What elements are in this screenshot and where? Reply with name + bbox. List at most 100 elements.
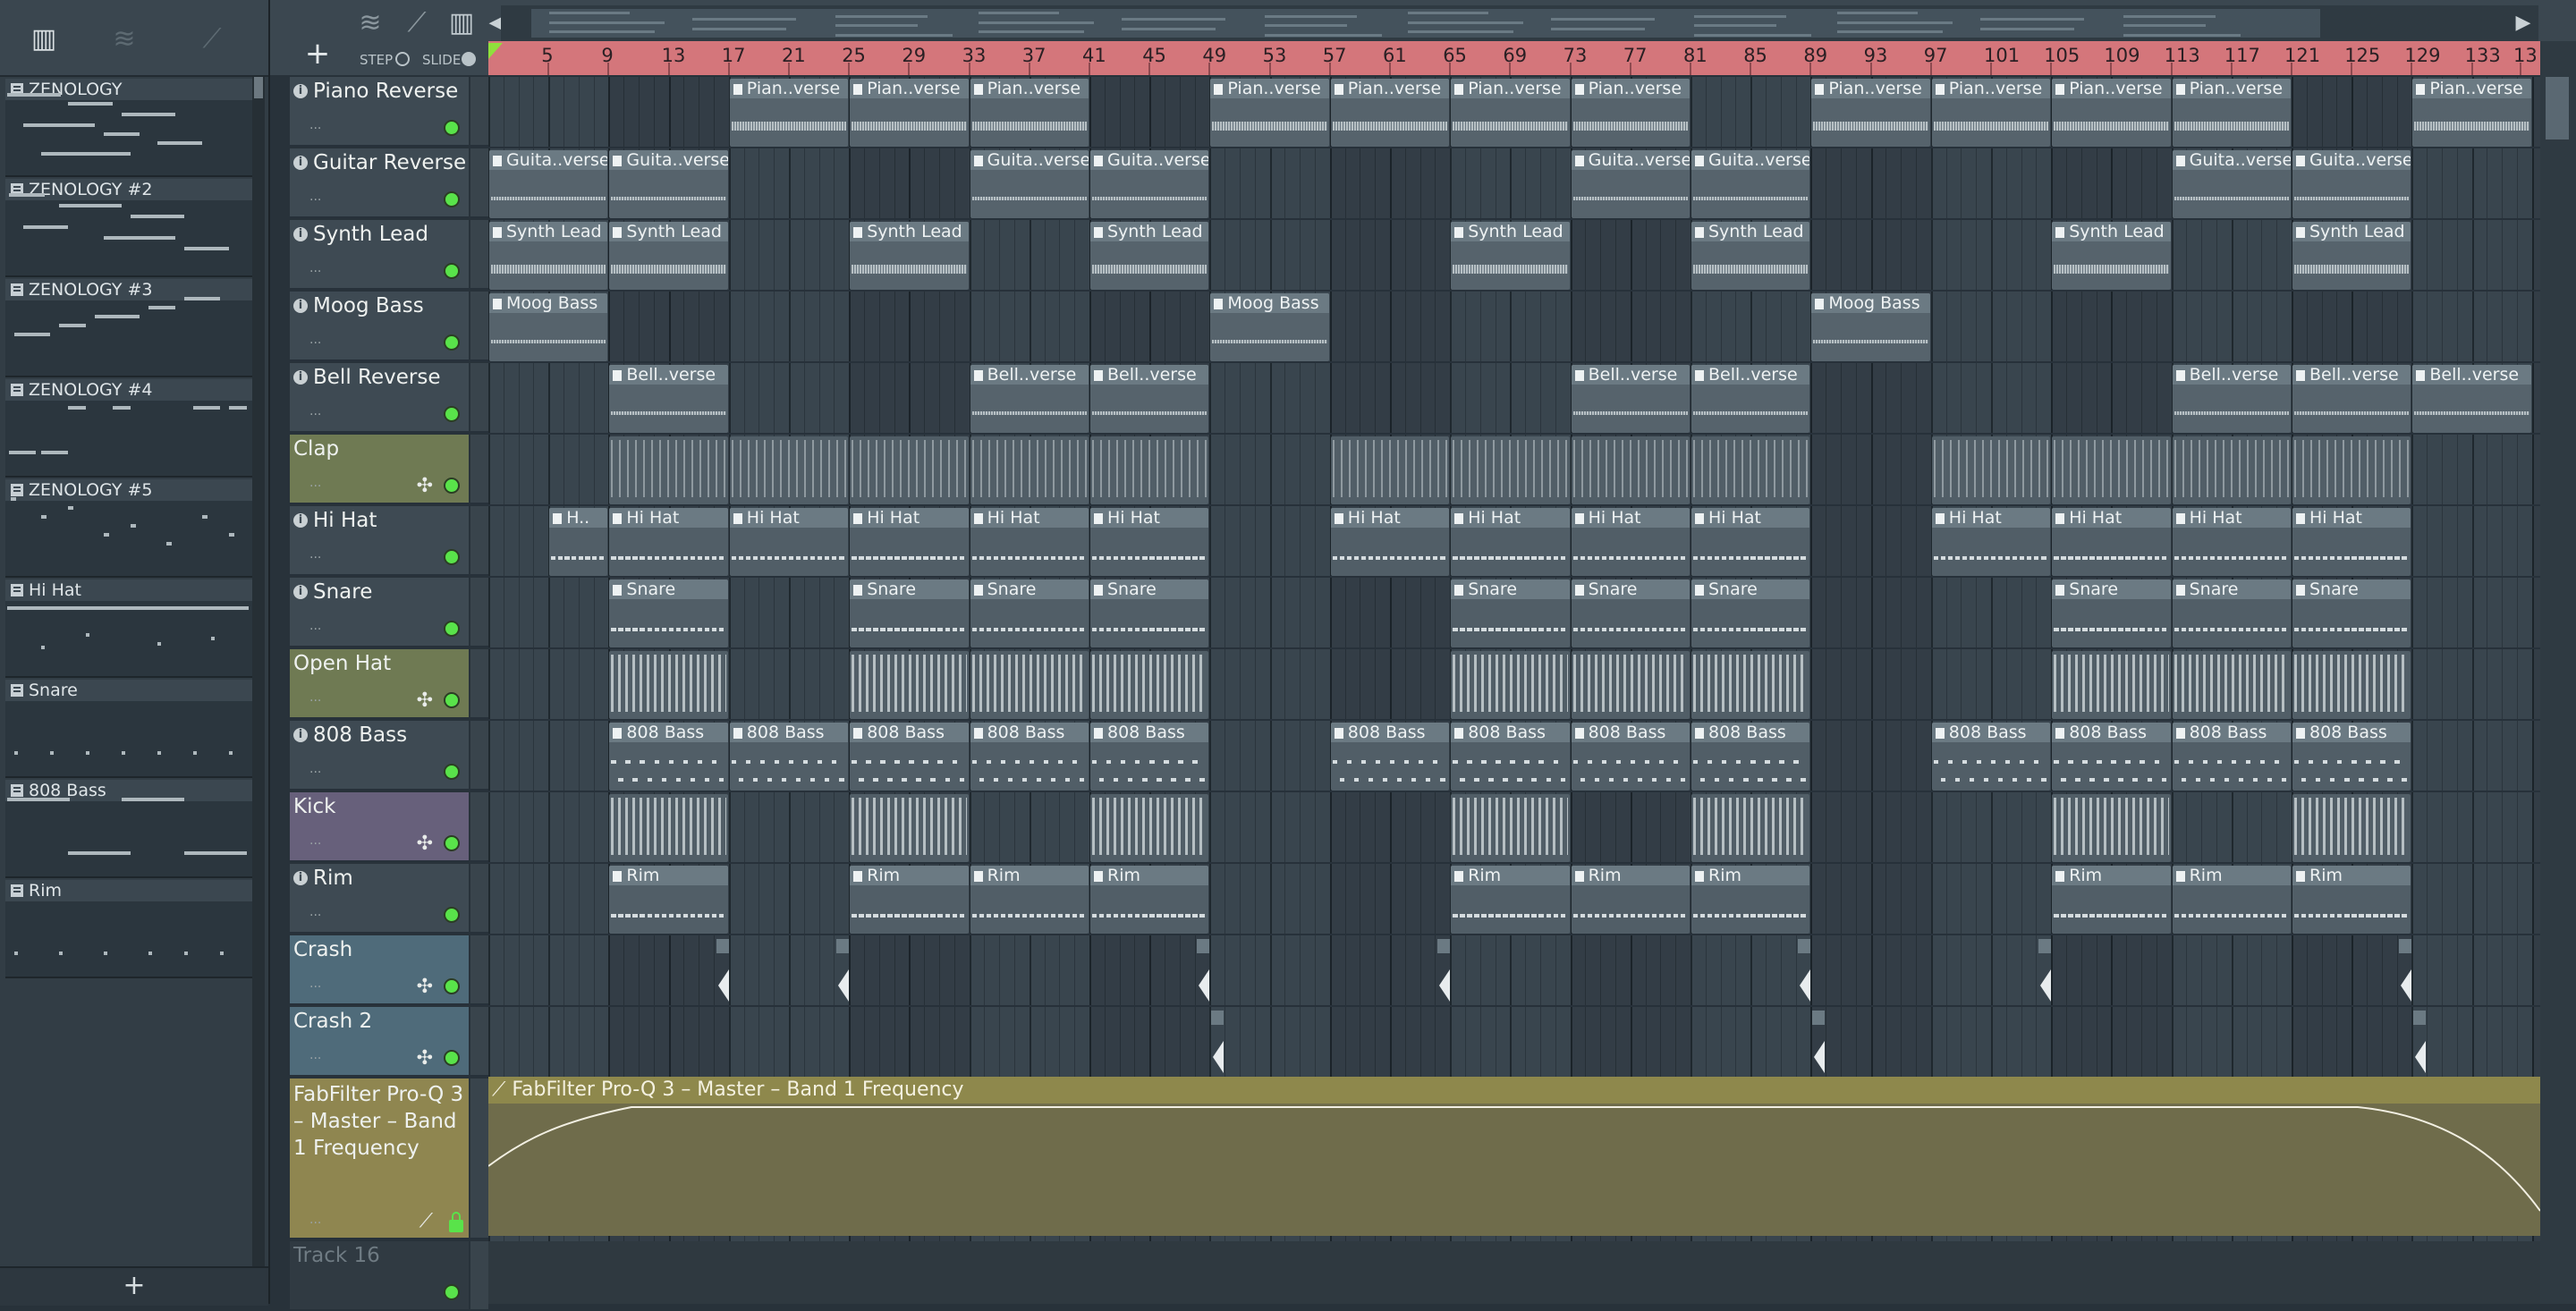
track-name[interactable]: Crash 2 [293,1010,372,1033]
playlist-grid[interactable]: Pian..verse Pian..verse Pian..verse Pian..v… [488,77,2540,1304]
track-resize-grip[interactable] [470,363,488,433]
piano-roll-icon[interactable]: ▥ [23,21,64,57]
audio-clip[interactable]: Bell..verse [2292,365,2411,433]
pattern-clip[interactable]: Snare [2172,579,2291,647]
overview-window[interactable] [531,9,2320,38]
pattern-clip[interactable]: Snare [1451,579,1570,647]
track-mute-led[interactable] [444,835,460,851]
pattern-clip[interactable] [2172,436,2291,504]
pattern-clip[interactable]: 808 Bass [1691,723,1810,791]
pattern-clip[interactable]: Rim [2052,866,2171,934]
track-resize-grip[interactable] [470,292,488,361]
timeline-ruler[interactable]: 5 9 13 17 21 25 29 33 37 41 45 49 53 57 61 65 69 73 77 81 85… [488,41,2540,75]
pattern-clip[interactable]: Hi Hat [850,508,969,576]
pattern-clip[interactable]: Snare [1691,579,1810,647]
pattern-clip[interactable]: Hi Hat [729,508,849,576]
audio-clip[interactable]: Moog Bass [1210,293,1329,361]
pattern-item[interactable]: Snare [5,680,252,778]
audio-clip[interactable]: Pian..verse [850,79,969,147]
pattern-clip[interactable] [609,436,728,504]
lock-icon[interactable] [449,1212,463,1232]
waveform-icon[interactable]: ≋ [104,21,145,57]
track-name[interactable]: Rim [313,867,353,890]
pattern-clip[interactable]: Rim [1571,866,1690,934]
audio-clip[interactable]: Bell..verse [1691,365,1810,433]
pattern-item[interactable]: ZENOLOGY [5,79,252,177]
track-menu-dots[interactable]: ... [309,905,321,919]
pattern-clip[interactable] [1571,651,1690,719]
pattern-clip[interactable]: 808 Bass [1571,723,1690,791]
pattern-clip[interactable] [2292,436,2411,504]
audio-clip[interactable]: Moog Bass [489,293,608,361]
track-menu-dots[interactable]: ... [309,118,321,132]
audio-clip[interactable]: Guita..verse [2292,150,2411,218]
audio-clip[interactable]: Guita..verse [489,150,608,218]
pattern-item[interactable]: ZENOLOGY #3 [5,279,252,377]
audio-clip[interactable]: Synth Lead [1090,222,1209,290]
track-header[interactable]: i Piano Reverse... [290,77,469,147]
pattern-clip[interactable] [1090,651,1209,719]
track-resize-grip[interactable] [470,578,488,647]
pattern-clip[interactable]: Snare [850,579,969,647]
pattern-clip[interactable] [850,794,969,862]
track-header[interactable]: i Moog Bass... [290,292,469,361]
pattern-clip[interactable]: Rim [850,866,969,934]
pattern-clip[interactable] [1090,794,1209,862]
audio-clip[interactable]: Pian..verse [1330,79,1450,147]
track-resize-grip[interactable] [470,792,488,862]
track-menu-dots[interactable]: ... [309,1213,321,1227]
audio-clip[interactable]: Pian..verse [2412,79,2531,147]
track-info-icon[interactable]: i [293,227,308,241]
track-resize-grip[interactable] [470,1007,488,1077]
track-resize-grip[interactable] [470,935,488,1005]
track-name[interactable]: Moog Bass [313,294,424,317]
audio-clip[interactable]: Pian..verse [1931,79,2051,147]
pattern-clip[interactable] [1571,436,1690,504]
track-mute-led[interactable] [444,120,460,136]
track-menu-dots[interactable]: ... [309,762,321,776]
track-resize-grip[interactable] [470,864,488,934]
crash-clip[interactable] [1812,1009,1826,1077]
pattern-clip[interactable] [1451,794,1570,862]
pattern-item[interactable]: ZENOLOGY #5 [5,479,252,578]
audio-clip[interactable]: Pian..verse [2172,79,2291,147]
pattern-clip[interactable] [1090,436,1209,504]
audio-clip[interactable]: Moog Bass [1811,293,1930,361]
audio-clip[interactable]: Pian..verse [729,79,849,147]
pattern-clip[interactable]: Hi Hat [1571,508,1690,576]
track-resize-grip[interactable] [470,721,488,791]
audio-clip[interactable]: Bell..verse [1571,365,1690,433]
pattern-clip[interactable]: Hi Hat [609,508,728,576]
pattern-clip[interactable]: H.. [549,508,608,576]
crash-clip[interactable] [2399,937,2412,1005]
track-name[interactable]: Synth Lead [313,223,428,246]
track-mute-led[interactable] [444,621,460,637]
audio-clip[interactable]: Synth Lead [2052,222,2171,290]
track-header[interactable]: Crash... ✣ [290,935,469,1005]
track-name[interactable]: Snare [313,580,372,604]
track-mute-led[interactable] [444,692,460,708]
track-resize-grip[interactable] [470,148,488,218]
pattern-clip[interactable] [2172,651,2291,719]
track-resize-grip[interactable] [470,77,488,147]
track-mute-led[interactable] [444,263,460,279]
pattern-clip[interactable]: Rim [970,866,1089,934]
track-resize-grip[interactable] [470,649,488,719]
pattern-clip[interactable] [2292,651,2411,719]
track-header[interactable]: Crash 2... ✣ [290,1007,469,1077]
track-name[interactable]: Hi Hat [313,509,377,532]
pattern-clip[interactable]: Snare [970,579,1089,647]
audio-clip[interactable]: Guita..verse [2172,150,2291,218]
track-mute-led[interactable] [444,1050,460,1066]
audio-clip[interactable]: Pian..verse [970,79,1089,147]
crash-clip[interactable] [2038,937,2052,1005]
automation-track-header[interactable]: FabFilter Pro-Q 3 – Master – Band 1 Freq… [290,1078,469,1239]
pattern-clip[interactable] [850,651,969,719]
pattern-clip[interactable]: Rim [2172,866,2291,934]
pattern-clip[interactable] [2052,794,2171,862]
track-mute-led[interactable] [444,978,460,994]
track-header[interactable]: Open Hat... ✣ [290,649,469,719]
pattern-clip[interactable]: Snare [2052,579,2171,647]
pattern-clip[interactable]: Rim [609,866,728,934]
slide-radio[interactable] [462,52,476,66]
